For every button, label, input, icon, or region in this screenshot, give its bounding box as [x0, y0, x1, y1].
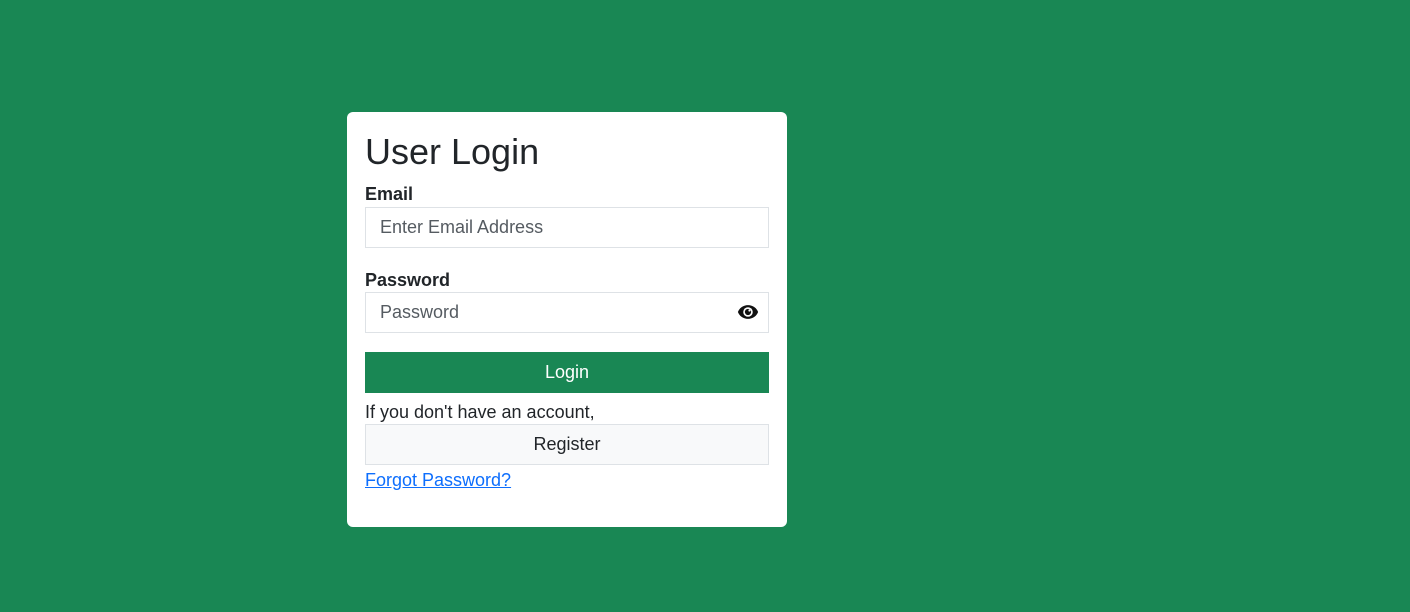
register-button[interactable]: Register — [365, 424, 769, 465]
forgot-password-link[interactable]: Forgot Password? — [365, 470, 511, 490]
login-button[interactable]: Login — [365, 352, 769, 393]
register-prompt: If you don't have an account, — [365, 402, 595, 422]
email-label: Email — [365, 184, 414, 204]
password-label: Password — [365, 270, 451, 290]
email-field[interactable] — [365, 207, 769, 248]
page-title: User Login — [365, 131, 540, 172]
login-card: User Login Email Password Login If you d… — [347, 112, 787, 527]
eye-icon-graphic — [737, 305, 759, 319]
password-field[interactable] — [365, 292, 769, 333]
eye-icon[interactable] — [737, 301, 759, 323]
